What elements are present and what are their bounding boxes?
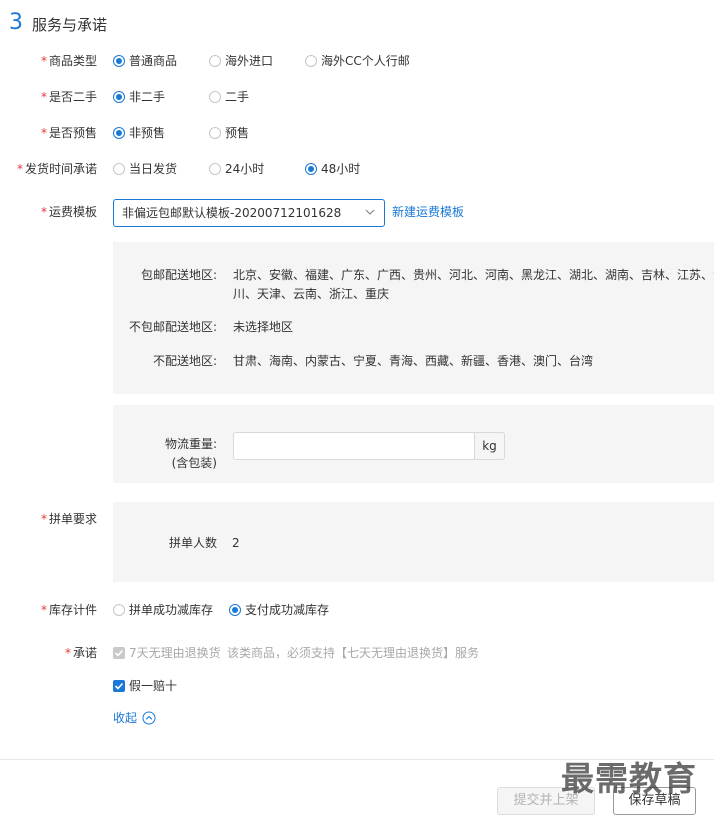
radio-checked-icon <box>229 604 241 616</box>
radio-checked-icon <box>113 91 125 103</box>
group-people-value: 2 <box>232 536 240 550</box>
section-title: 服务与承诺 <box>32 16 108 34</box>
section-number: 3 <box>9 10 23 35</box>
group-requirement-label: * 拼单要求 <box>40 512 97 526</box>
radio-checked-icon <box>113 55 125 67</box>
watermark-logo: 最需教育 <box>561 759 697 798</box>
no-delivery-area-value: 甘肃、海南、内蒙古、宁夏、青海、西藏、新疆、香港、澳门、台湾 <box>233 354 594 368</box>
collapse-label: 收起 <box>113 711 138 725</box>
weight-label-note: (含包装) <box>171 456 217 470</box>
radio-second-hand[interactable]: 二手 <box>209 88 249 106</box>
free-area-label: 包邮配送地区: <box>140 268 217 282</box>
radio-checked-icon <box>305 163 317 175</box>
checkbox-fake-compensation[interactable] <box>113 680 125 692</box>
radio-ship-same-day[interactable]: 当日发货 <box>113 160 177 178</box>
radio-checked-icon <box>113 127 125 139</box>
group-people-label: 拼单人数 <box>168 536 217 550</box>
free-area-value-line1: 北京、安徽、福建、广东、广西、贵州、河北、河南、黑龙江、湖北、湖南、吉林、江苏、… <box>233 268 714 282</box>
second-hand-label: * 是否二手 <box>40 90 97 104</box>
fake-compensation-text: 假一赔十 <box>129 679 178 693</box>
radio-unchecked-icon <box>113 163 125 175</box>
check-icon <box>114 682 124 690</box>
radio-not-presale[interactable]: 非预售 <box>113 124 165 142</box>
radio-unchecked-icon <box>209 91 221 103</box>
ship-time-label: * 发货时间承诺 <box>16 162 97 176</box>
radio-ship-24h[interactable]: 24小时 <box>209 160 264 178</box>
seven-day-return-text: 7天无理由退换货 <box>129 646 221 660</box>
radio-unchecked-icon <box>305 55 317 67</box>
nonfree-area-label: 不包邮配送地区: <box>128 320 217 334</box>
radio-inventory-payment-success[interactable]: 支付成功减库存 <box>229 601 329 619</box>
collapse-toggle[interactable]: 收起 <box>113 709 156 727</box>
no-delivery-area-label: 不配送地区: <box>152 354 217 368</box>
new-freight-template-link[interactable]: 新建运费模板 <box>392 203 464 221</box>
checkbox-seven-day-return[interactable] <box>113 647 125 659</box>
radio-presale[interactable]: 预售 <box>209 124 249 142</box>
promise-label: * 承诺 <box>64 646 97 660</box>
radio-product-overseas[interactable]: 海外进口 <box>209 52 273 70</box>
radio-product-overseas-cc[interactable]: 海外CC个人行邮 <box>305 52 410 70</box>
radio-unchecked-icon <box>113 604 125 616</box>
nonfree-area-value: 未选择地区 <box>233 320 294 334</box>
weight-input[interactable] <box>233 432 475 460</box>
presale-label: * 是否预售 <box>40 126 97 140</box>
radio-unchecked-icon <box>209 163 221 175</box>
freight-label: * 运费模板 <box>40 205 97 219</box>
product-type-label: * 商品类型 <box>40 54 97 68</box>
radio-product-normal[interactable]: 普通商品 <box>113 52 177 70</box>
chevron-up-circle-icon <box>142 711 156 725</box>
radio-inventory-group-success[interactable]: 拼单成功减库存 <box>113 601 213 619</box>
weight-unit: kg <box>474 432 505 460</box>
chevron-down-icon <box>365 209 375 215</box>
inventory-label: * 库存计件 <box>40 603 97 617</box>
freight-template-value: 非偏远包邮默认模板-20200712101628 <box>122 206 342 220</box>
seven-day-return-note: 该类商品，必须支持【七天无理由退换货】服务 <box>227 646 480 660</box>
freight-template-select[interactable]: 非偏远包邮默认模板-20200712101628 <box>113 199 385 227</box>
radio-not-second-hand[interactable]: 非二手 <box>113 88 165 106</box>
radio-unchecked-icon <box>209 55 221 67</box>
check-icon <box>114 649 124 657</box>
radio-unchecked-icon <box>209 127 221 139</box>
weight-label: 物流重量: <box>164 437 217 451</box>
free-area-value-line2: 川、天津、云南、浙江、重庆 <box>233 287 390 301</box>
radio-ship-48h[interactable]: 48小时 <box>305 160 360 178</box>
